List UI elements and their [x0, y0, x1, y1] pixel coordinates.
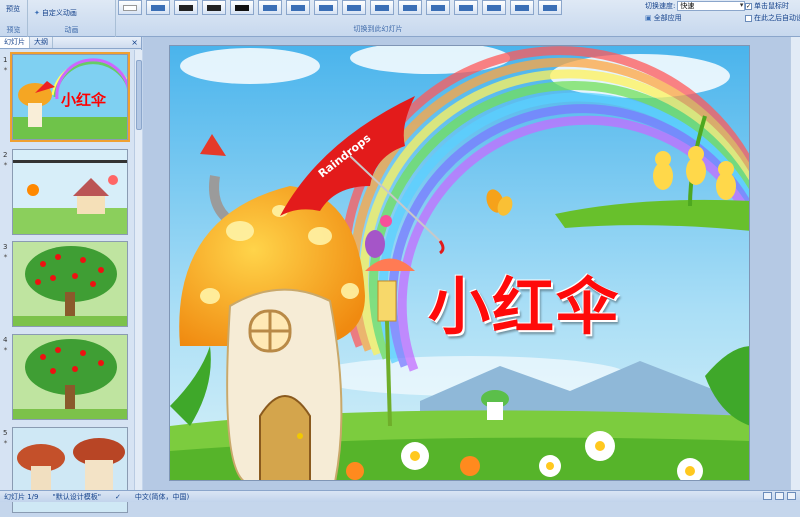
- on-click-checkbox[interactable]: ✓: [745, 2, 752, 10]
- auto-after-option[interactable]: 在此之后自动设: [745, 13, 800, 23]
- apply-all-icon: ▣: [645, 14, 652, 22]
- transition-dissolve-button[interactable]: [258, 0, 282, 15]
- slide-thumbnail-5[interactable]: 5 ✶: [0, 427, 135, 517]
- editor-scrollbar[interactable]: [790, 37, 800, 490]
- auto-after-label: 在此之后自动设: [754, 14, 800, 22]
- slide-canvas[interactable]: Raindrops 小红伞: [169, 45, 750, 481]
- slide-number: 3: [3, 243, 8, 251]
- preview-group: 预览 预览: [0, 0, 28, 37]
- slide-preview-4: [12, 334, 128, 420]
- slide-thumbnail-3[interactable]: 3 ✶: [0, 241, 135, 331]
- animation-group-label: 动画: [64, 26, 79, 34]
- slide-preview-1: 小红伞: [10, 52, 130, 142]
- transition-more-button[interactable]: [538, 0, 562, 15]
- transition-up-button[interactable]: [370, 0, 394, 15]
- transition-cut-black-button[interactable]: [230, 0, 254, 15]
- theme-name: "默认设计模板": [52, 492, 101, 501]
- apply-all-label: 全部应用: [653, 14, 682, 22]
- slide-number: 2: [3, 151, 8, 159]
- status-bar: 幻灯片 1/9 "默认设计模板" ✓ 中文(简体，中国): [0, 490, 800, 502]
- transition-gallery: [118, 0, 562, 18]
- slide-number: 5: [3, 429, 8, 437]
- slide-thumbnail-1[interactable]: 1 ✶ 小红伞: [0, 52, 135, 144]
- animation-icon: ✦: [34, 9, 40, 17]
- slide-title[interactable]: 小红伞: [428, 256, 620, 346]
- normal-view-button[interactable]: [763, 492, 772, 500]
- slide-editor: Raindrops 小红伞: [143, 37, 800, 490]
- slides-pane: 幻灯片 大纲 × 1 ✶ 小红伞 2 ✶ 3 ✶ 4 ✶ 5 ✶: [0, 37, 142, 513]
- animation-group: ✦ 自定义动画 动画: [28, 0, 116, 37]
- transition-wipe-up-button[interactable]: [510, 0, 534, 15]
- slide-sorter-button[interactable]: [775, 492, 784, 500]
- on-click-label: 单击鼠标时: [754, 2, 789, 10]
- slide-preview-2: [12, 149, 128, 235]
- transition-split-button[interactable]: [398, 0, 422, 15]
- apply-all-button[interactable]: ▣ 全部应用: [645, 13, 682, 23]
- custom-animation-button[interactable]: ✦ 自定义动画: [34, 8, 77, 18]
- preview-button[interactable]: 预览: [6, 4, 20, 14]
- animation-star-icon: ✶: [3, 66, 9, 73]
- animation-star-icon: ✶: [3, 253, 9, 260]
- slide-number: 4: [3, 336, 8, 344]
- spellcheck-icon[interactable]: ✓: [115, 493, 121, 501]
- language-indicator: 中文(简体，中国): [134, 492, 190, 501]
- tab-slides[interactable]: 幻灯片: [0, 37, 30, 48]
- slideshow-button[interactable]: [787, 492, 796, 500]
- transition-none-button[interactable]: [118, 0, 142, 15]
- slide-thumb-title: 小红伞: [61, 91, 107, 109]
- speed-control: 切换速度: 快速: [645, 1, 746, 11]
- custom-animation-label: 自定义动画: [41, 9, 77, 17]
- slide-thumbnail-4[interactable]: 4 ✶: [0, 334, 135, 424]
- pane-scrollbar[interactable]: [134, 50, 142, 490]
- transition-fade-button[interactable]: [146, 0, 170, 15]
- animation-star-icon: ✶: [3, 439, 9, 446]
- close-pane-icon[interactable]: ×: [131, 37, 138, 48]
- transition-right-button[interactable]: [342, 0, 366, 15]
- ribbon: 预览 预览 ✦ 自定义动画 动画 切换到此幻灯片 切换速度: 快速 ▣ 全部应用: [0, 0, 800, 37]
- transition-black-button[interactable]: [174, 0, 198, 15]
- transition-cut-button[interactable]: [202, 0, 226, 15]
- transition-wipe-right-button[interactable]: [482, 0, 506, 15]
- transition-group-label: 切换到此幻灯片: [353, 25, 403, 33]
- animation-star-icon: ✶: [3, 346, 9, 353]
- slide-thumbnail-2[interactable]: 2 ✶: [0, 149, 135, 239]
- transition-left-button[interactable]: [314, 0, 338, 15]
- pane-scroll-thumb[interactable]: [136, 60, 142, 130]
- slide-preview-3: [12, 241, 128, 327]
- auto-after-checkbox[interactable]: [745, 14, 752, 22]
- preview-group-label: 预览: [6, 26, 21, 34]
- tab-outline[interactable]: 大纲: [30, 37, 53, 48]
- speed-select[interactable]: 快速: [677, 1, 746, 11]
- transition-wipe-down-button[interactable]: [426, 0, 450, 15]
- pane-tabs: 幻灯片 大纲 ×: [0, 37, 141, 49]
- slide-number: 1: [3, 56, 8, 64]
- slide-position: 幻灯片 1/9: [4, 492, 39, 501]
- speed-label: 切换速度:: [645, 2, 676, 10]
- transition-wipe-left-button[interactable]: [454, 0, 478, 15]
- view-buttons: [763, 492, 796, 500]
- transition-down-button[interactable]: [286, 0, 310, 15]
- animation-star-icon: ✶: [3, 161, 9, 168]
- on-click-option[interactable]: ✓ 单击鼠标时: [745, 1, 789, 11]
